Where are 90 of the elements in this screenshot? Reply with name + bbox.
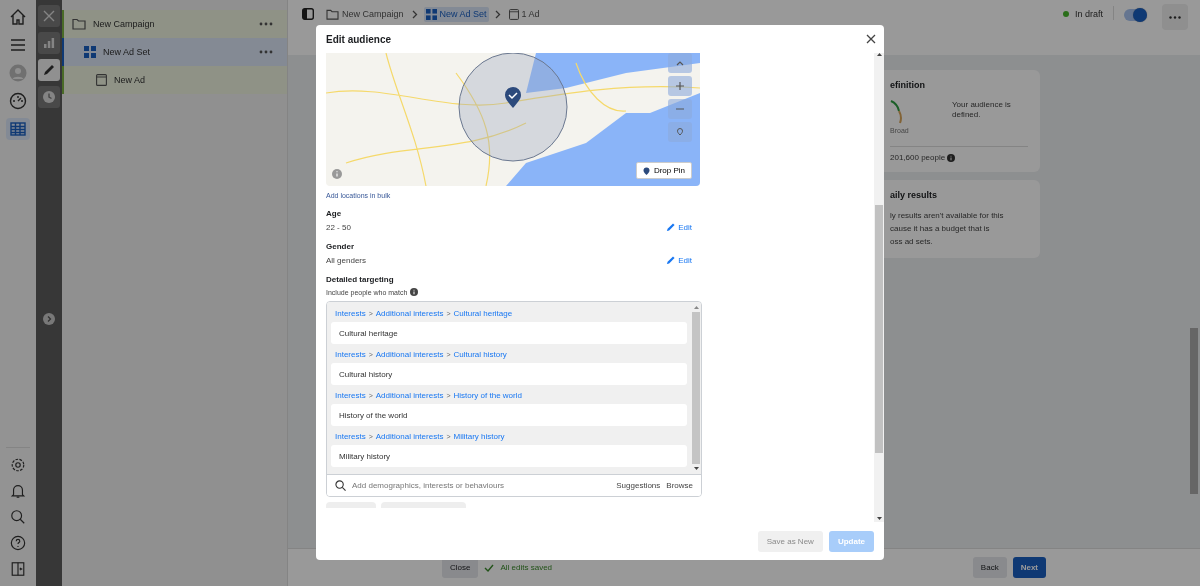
tree-item[interactable]: New Campaign bbox=[62, 10, 287, 38]
document-icon bbox=[508, 8, 519, 20]
category-link[interactable]: Military history bbox=[453, 432, 505, 441]
expand-button[interactable] bbox=[43, 313, 55, 325]
audience-note: Your audience is defined. bbox=[952, 100, 1012, 122]
browse-link[interactable]: Browse bbox=[666, 481, 693, 490]
suggestions-link[interactable]: Suggestions bbox=[616, 481, 661, 490]
card-text: oss ad sets. bbox=[890, 235, 934, 248]
breadcrumb-item[interactable]: 1 Ad bbox=[506, 6, 542, 22]
category-link[interactable]: Additional interests bbox=[375, 391, 444, 400]
pencil-icon[interactable] bbox=[38, 59, 60, 81]
pencil-icon bbox=[666, 223, 676, 232]
targeting-item[interactable]: Cultural heritage bbox=[331, 322, 687, 344]
table-icon[interactable] bbox=[6, 118, 30, 140]
drop-pin-button[interactable]: Drop Pin bbox=[635, 162, 692, 179]
tree-item-label: New Ad bbox=[114, 75, 147, 85]
search-icon bbox=[335, 480, 346, 491]
close-icon[interactable] bbox=[866, 34, 876, 44]
category-link[interactable]: Additional interests bbox=[375, 309, 444, 318]
edit-link[interactable]: Edit bbox=[666, 223, 692, 232]
dialog-title: Edit audience bbox=[326, 33, 391, 45]
check-icon bbox=[484, 563, 495, 572]
info-icon[interactable] bbox=[410, 288, 419, 296]
category-link[interactable]: Cultural heritage bbox=[453, 309, 513, 318]
category-link[interactable]: Additional interests bbox=[375, 350, 444, 359]
category-link[interactable]: Interests bbox=[335, 432, 366, 441]
card-text: ly results aren't available for this bbox=[890, 210, 1005, 222]
category-link[interactable]: Cultural history bbox=[453, 350, 507, 359]
chart-icon[interactable] bbox=[38, 32, 60, 54]
audience-size: 201,600 people bbox=[890, 153, 946, 162]
scrollbar[interactable] bbox=[1190, 328, 1198, 494]
plus-icon bbox=[676, 82, 684, 90]
clock-icon[interactable] bbox=[38, 86, 60, 108]
zoom-out-button[interactable] bbox=[668, 99, 692, 119]
caret-icon bbox=[676, 60, 684, 66]
pan-up-button[interactable] bbox=[668, 53, 692, 73]
targeting-item[interactable]: History of the world bbox=[331, 404, 687, 426]
status-label: In draft bbox=[1075, 9, 1103, 19]
field-label: Age bbox=[326, 209, 343, 218]
category-link[interactable]: Interests bbox=[335, 309, 366, 318]
chevron-icon bbox=[494, 9, 501, 19]
more-button[interactable] bbox=[1162, 4, 1188, 30]
back-button[interactable]: Back bbox=[972, 557, 1007, 578]
card-title: aily results bbox=[890, 190, 939, 200]
card-text: cause it has a budget that is bbox=[890, 222, 991, 235]
gauge-drawing bbox=[890, 100, 902, 126]
category-link[interactable]: History of the world bbox=[453, 391, 522, 400]
tree-item[interactable]: New Ad Set bbox=[62, 38, 287, 66]
breadcrumb-item[interactable]: New Campaign bbox=[324, 6, 406, 22]
edit-link[interactable]: Edit bbox=[666, 256, 692, 265]
more-icon bbox=[1169, 15, 1181, 19]
next-button[interactable]: Next bbox=[1012, 557, 1046, 578]
category-link[interactable]: Interests bbox=[335, 391, 366, 400]
tree-item-label: New Ad Set bbox=[103, 47, 152, 57]
locate-button[interactable] bbox=[668, 122, 692, 142]
scroll-down-icon[interactable] bbox=[693, 467, 699, 470]
folder-icon bbox=[72, 18, 86, 30]
save-status: All edits saved bbox=[500, 563, 553, 572]
document-icon bbox=[96, 74, 107, 86]
chevron-icon bbox=[411, 9, 418, 19]
field-value: 22 - 50 bbox=[326, 223, 351, 232]
card-title: efinition bbox=[890, 80, 926, 90]
folder-icon bbox=[326, 8, 339, 20]
sidebar-toggle-icon[interactable] bbox=[302, 8, 314, 20]
chevron-icon bbox=[45, 315, 53, 323]
pencil-icon bbox=[666, 256, 676, 265]
field-label: Gender bbox=[326, 242, 355, 251]
field-value: All genders bbox=[326, 256, 367, 265]
targeting-item[interactable]: Military history bbox=[331, 445, 687, 467]
tree-item-label: New Campaign bbox=[93, 19, 156, 29]
dialog-scrollbar[interactable] bbox=[874, 53, 884, 522]
pin-icon bbox=[642, 166, 650, 175]
minus-icon bbox=[676, 108, 684, 110]
pin-icon bbox=[675, 127, 685, 137]
more-icon[interactable] bbox=[259, 50, 273, 54]
breadcrumb-item[interactable]: New Ad Set bbox=[423, 6, 489, 22]
zoom-in-button[interactable] bbox=[668, 76, 692, 96]
grid-icon bbox=[425, 8, 437, 20]
category-link[interactable]: Interests bbox=[335, 350, 366, 359]
search-field[interactable]: Add demographics, interests or behaviours Suggestions Browse bbox=[327, 474, 701, 496]
toggle-switch[interactable] bbox=[1124, 9, 1146, 21]
tree-item[interactable]: New Ad bbox=[62, 66, 287, 94]
scroll-up-icon[interactable] bbox=[876, 53, 882, 56]
targeting-item[interactable]: Cultural history bbox=[331, 363, 687, 385]
info-icon[interactable] bbox=[947, 153, 956, 162]
grid-icon bbox=[84, 46, 96, 58]
scroll-down-icon[interactable] bbox=[876, 517, 882, 520]
section-title: Detailed targeting bbox=[326, 275, 395, 284]
more-icon[interactable] bbox=[259, 22, 273, 26]
category-link[interactable]: Additional interests bbox=[375, 432, 444, 441]
